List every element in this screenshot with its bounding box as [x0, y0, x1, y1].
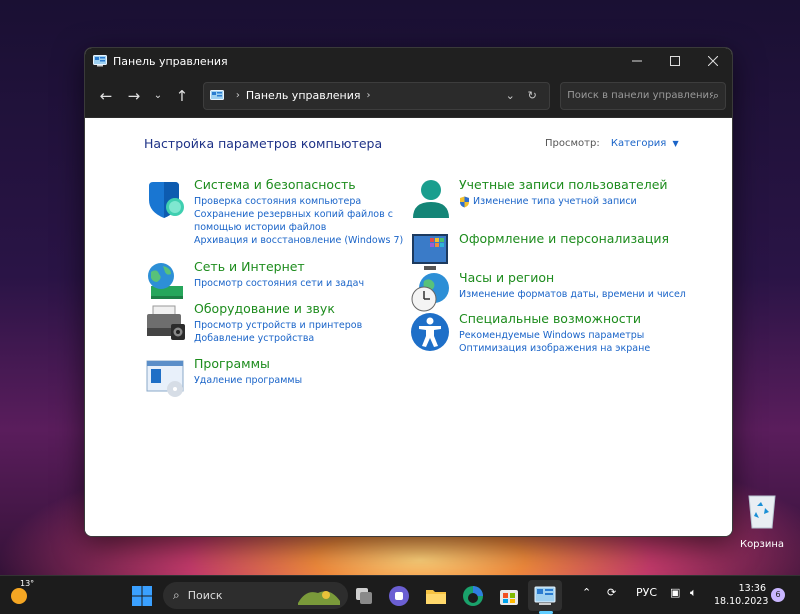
- search-highlight-icon: [298, 590, 340, 605]
- category-accessibility: Специальные возможности Рекомендуемые Wi…: [410, 311, 650, 355]
- navigation-bar: ← → ⌄ ↑ › Панель управления › ⌄ ↻ ⌕: [85, 74, 732, 118]
- maximize-icon: [670, 56, 680, 66]
- category-title[interactable]: Оформление и персонализация: [459, 231, 669, 246]
- task-view-icon[interactable]: [352, 584, 376, 608]
- uac-shield-icon: [460, 196, 469, 207]
- breadcrumb-control-panel[interactable]: Панель управления: [246, 89, 361, 102]
- category-title[interactable]: Учетные записи пользователей: [459, 177, 668, 192]
- link-recommended-settings[interactable]: Рекомендуемые Windows параметры: [459, 329, 650, 342]
- title-bar[interactable]: Панель управления: [85, 48, 732, 74]
- link-file-history[interactable]: Сохранение резервных копий файлов с: [194, 208, 403, 221]
- search-input[interactable]: [567, 90, 713, 101]
- view-by-dropdown[interactable]: Категория: [611, 138, 666, 149]
- link-change-account-type-text[interactable]: Изменение типа учетной записи: [473, 195, 637, 208]
- link-backup-restore[interactable]: Архивация и восстановление (Windows 7): [194, 234, 403, 247]
- personalization-icon[interactable]: [410, 232, 452, 274]
- category-personalization: Оформление и персонализация: [410, 231, 669, 274]
- arrow-up-icon: ↑: [175, 86, 189, 105]
- start-windows-icon[interactable]: [130, 584, 154, 608]
- arrow-left-icon: ←: [99, 86, 113, 105]
- control-panel-window: Панель управления ← → ⌄ ↑ › Панель управ…: [84, 47, 733, 537]
- microsoft-store-icon[interactable]: [497, 584, 521, 608]
- control-panel-content: Настройка параметров компьютера Просмотр…: [85, 118, 732, 536]
- printer-icon[interactable]: [145, 302, 187, 344]
- search-icon: ⌕: [173, 588, 180, 602]
- arrow-right-icon: →: [127, 86, 141, 105]
- temperature: 13°: [20, 579, 35, 588]
- taskbar-search-label: Поиск: [187, 589, 223, 602]
- control-panel-taskbar-icon[interactable]: [533, 584, 557, 608]
- page-title: Настройка параметров компьютера: [144, 136, 383, 151]
- file-explorer-icon[interactable]: [424, 584, 448, 608]
- search-icon[interactable]: ⌕: [713, 89, 719, 103]
- back-button[interactable]: ←: [93, 83, 119, 109]
- weather-widget[interactable]: 13°: [8, 579, 35, 608]
- network-icon[interactable]: ▣: [670, 586, 680, 599]
- close-icon: [708, 56, 718, 66]
- category-title[interactable]: Сеть и Интернет: [194, 259, 364, 274]
- category-programs: Программы Удаление программы: [145, 356, 302, 399]
- recycle-bin-icon: [748, 495, 776, 529]
- shield-icon[interactable]: [145, 178, 187, 220]
- address-bar[interactable]: › Панель управления › ⌄ ↻: [202, 81, 551, 110]
- recycle-bin-shortcut[interactable]: Корзина: [738, 492, 786, 550]
- teams-chat-icon[interactable]: [387, 584, 411, 608]
- close-button[interactable]: [694, 48, 732, 74]
- category-title[interactable]: Часы и регион: [459, 270, 686, 285]
- link-optimize-display[interactable]: Оптимизация изображения на экране: [459, 342, 650, 355]
- caret-down-icon[interactable]: ▼: [673, 139, 679, 148]
- network-globe-icon[interactable]: [145, 260, 187, 302]
- link-add-device[interactable]: Добавление устройства: [194, 332, 362, 345]
- link-check-status[interactable]: Проверка состояния компьютера: [194, 195, 403, 208]
- clock-time: 13:36: [738, 583, 766, 594]
- forward-button[interactable]: →: [121, 83, 147, 109]
- volume-icon[interactable]: 🔈︎: [690, 586, 697, 600]
- edge-browser-icon[interactable]: [461, 584, 485, 608]
- category-network: Сеть и Интернет Просмотр состояния сети …: [145, 259, 364, 302]
- notification-badge[interactable]: 6: [771, 588, 785, 602]
- chevron-right-icon[interactable]: ›: [366, 90, 370, 101]
- control-panel-icon: [93, 55, 107, 67]
- category-system-security: Система и безопасность Проверка состояни…: [145, 177, 403, 247]
- chevron-down-icon: ⌄: [153, 90, 163, 101]
- category-title[interactable]: Программы: [194, 356, 302, 371]
- view-by-label: Просмотр:: [545, 138, 600, 149]
- up-button[interactable]: ↑: [169, 83, 195, 109]
- link-network-status[interactable]: Просмотр состояния сети и задач: [194, 277, 364, 290]
- view-by: Просмотр: Категория ▼: [545, 138, 679, 149]
- clock-globe-icon[interactable]: [410, 271, 452, 313]
- category-clock-region: Часы и регион Изменение форматов даты, в…: [410, 270, 686, 313]
- control-panel-icon: [209, 89, 224, 100]
- window-title: Панель управления: [113, 54, 228, 68]
- show-hidden-icons-chevron-up-icon[interactable]: ⌃: [582, 586, 591, 599]
- category-title[interactable]: Система и безопасность: [194, 177, 403, 192]
- link-devices-printers[interactable]: Просмотр устройств и принтеров: [194, 319, 362, 332]
- language-indicator[interactable]: РУС: [636, 586, 657, 599]
- taskbar: 13° ⌕ Поиск ⌃ ⟳ РУС ▣ 🔈︎ 13:36 18.10.202…: [0, 575, 800, 614]
- category-user-accounts: Учетные записи пользователей Изменение т…: [410, 177, 668, 220]
- link-change-account-type[interactable]: Изменение типа учетной записи: [459, 195, 668, 208]
- recent-locations-button[interactable]: ⌄: [149, 83, 167, 109]
- category-hardware-sound: Оборудование и звук Просмотр устройств и…: [145, 301, 362, 345]
- accessibility-icon[interactable]: [410, 312, 452, 354]
- chevron-right-icon[interactable]: ›: [236, 90, 240, 101]
- link-uninstall-program[interactable]: Удаление программы: [194, 374, 302, 387]
- user-accounts-icon[interactable]: [410, 178, 452, 220]
- category-title[interactable]: Специальные возможности: [459, 311, 650, 326]
- clock-date: 18.10.2023: [714, 596, 769, 607]
- taskbar-search[interactable]: ⌕ Поиск: [163, 582, 348, 609]
- minimize-icon: [632, 60, 642, 62]
- maximize-button[interactable]: [656, 48, 694, 74]
- category-title[interactable]: Оборудование и звук: [194, 301, 362, 316]
- minimize-button[interactable]: [618, 48, 656, 74]
- link-file-history-cont[interactable]: помощью истории файлов: [194, 221, 403, 234]
- recycle-bin-label: Корзина: [739, 539, 785, 550]
- search-box[interactable]: ⌕: [560, 81, 726, 110]
- address-history-chevron-down-icon[interactable]: ⌄: [499, 89, 521, 102]
- programs-icon[interactable]: [145, 357, 187, 399]
- clock[interactable]: 13:36 18.10.2023: [714, 582, 769, 608]
- refresh-icon[interactable]: ↻: [521, 89, 543, 102]
- sync-icon[interactable]: ⟳: [607, 586, 616, 599]
- link-change-formats[interactable]: Изменение форматов даты, времени и чисел: [459, 288, 686, 301]
